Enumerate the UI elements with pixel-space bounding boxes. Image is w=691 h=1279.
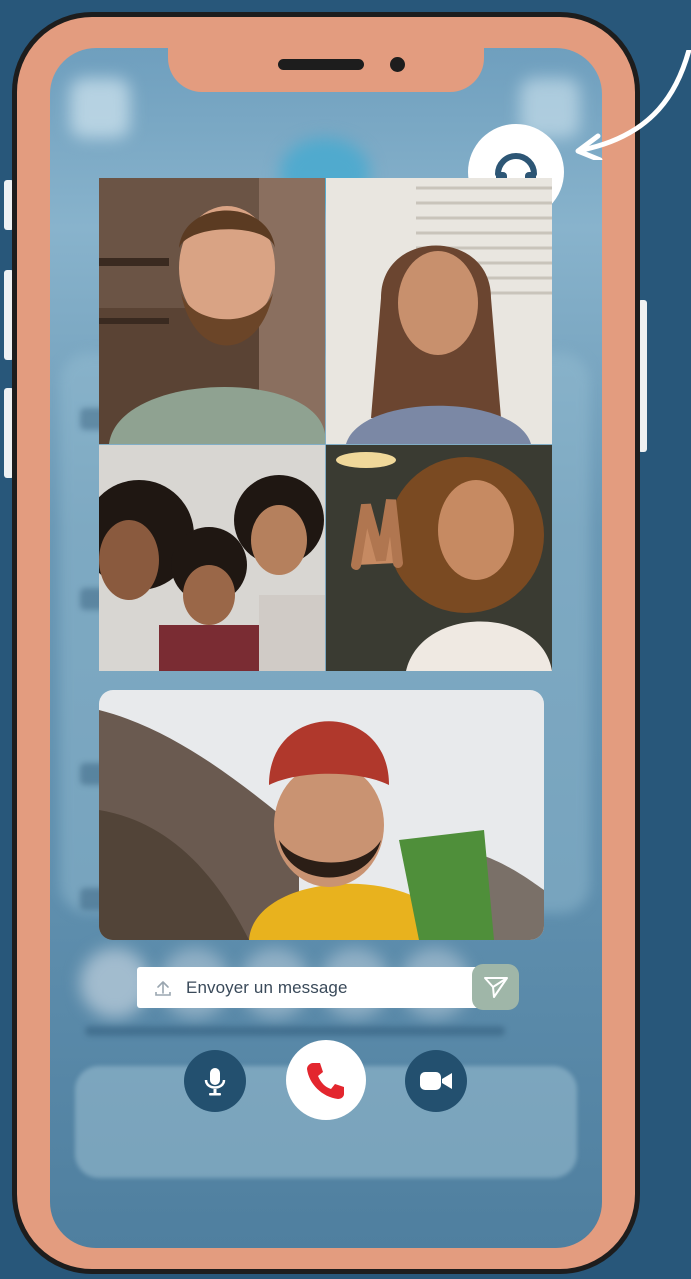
message-input-placeholder: Envoyer un message [186,977,348,997]
pointer-arrow-icon [575,50,691,160]
self-view-video[interactable] [99,690,544,940]
mute-button[interactable] [184,1050,246,1112]
phone-notch [168,30,484,92]
upload-icon[interactable] [153,978,173,998]
send-icon [483,977,508,998]
microphone-icon [204,1068,226,1096]
speaker-grille [278,59,364,70]
send-button[interactable] [472,964,519,1010]
message-input[interactable]: Envoyer un message [137,967,485,1008]
hang-up-button[interactable] [286,1040,366,1120]
participant-video-tile[interactable] [99,445,325,671]
video-camera-icon [420,1072,452,1090]
participant-video-tile[interactable] [326,178,552,444]
bg-blur-text [85,1026,505,1036]
bg-blur-shape [70,78,130,138]
participant-video-tile[interactable] [326,445,552,671]
video-toggle-button[interactable] [405,1050,467,1112]
participant-video-tile[interactable] [99,178,325,444]
front-camera [390,57,405,72]
phone-icon [307,1063,344,1099]
